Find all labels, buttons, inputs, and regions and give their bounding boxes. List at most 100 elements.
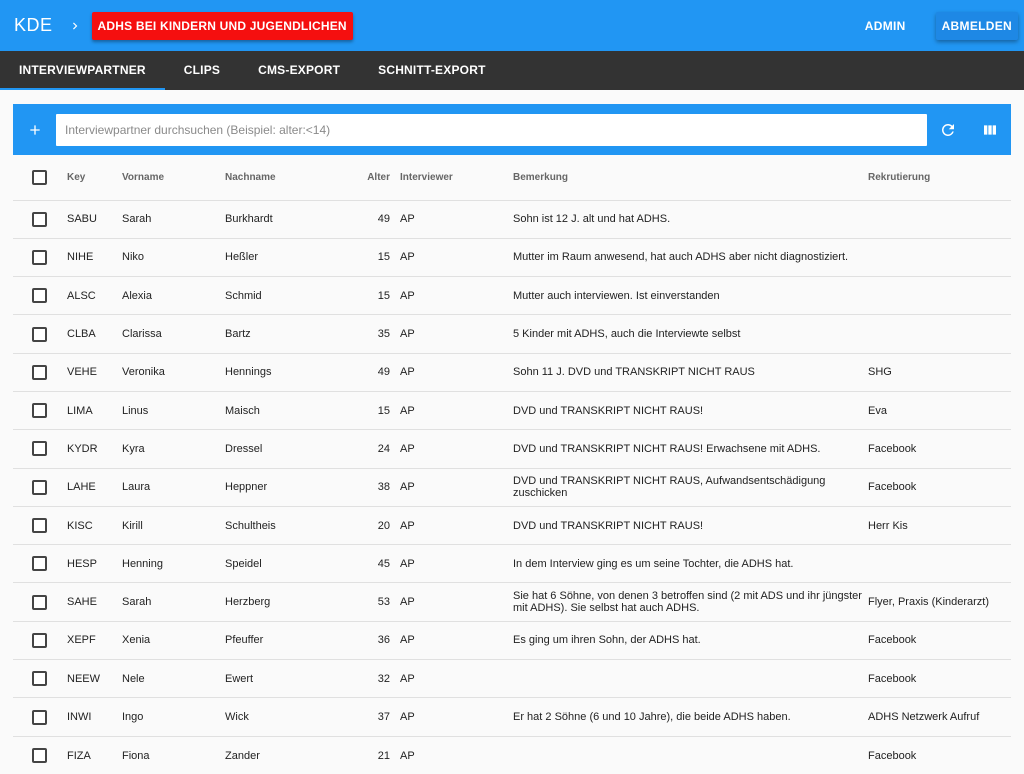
table-row[interactable]: LAHE Laura Heppner 38 AP DVD und TRANSKRIPT N… [13,467,1011,507]
table-row[interactable]: SABU Sarah Burkhardt 49 AP Sohn ist 12 J. alt… [13,199,1011,239]
table-row[interactable]: NEEW Nele Ewert 32 AP Facebook [13,659,1011,698]
cell-interviewer: AP [400,352,513,392]
cell-bemerkung: DVD und TRANSKRIPT NICHT RAUS, Aufwandse… [513,467,868,507]
cell-key: ALSC [67,276,122,315]
tab-cms-export[interactable]: CMS-EXPORT [239,51,359,90]
cell-vorname: Fiona [122,735,225,774]
table-row[interactable]: KISC Kirill Schultheis 20 AP DVD und TRANSKRI… [13,505,1011,545]
row-checkbox[interactable] [32,211,47,227]
cell-bemerkung: DVD und TRANSKRIPT NICHT RAUS! [513,505,868,545]
column-header-alter[interactable]: Alter [335,155,400,200]
cell-alter: 49 [335,352,400,392]
cell-vorname: Clarissa [122,314,225,354]
admin-button[interactable]: ADMIN [865,19,906,33]
cell-alter: 38 [335,467,400,507]
tab-clips[interactable]: CLIPS [165,51,239,90]
cell-bemerkung: 5 Kinder mit ADHS, auch die Interviewte … [513,314,868,354]
cell-interviewer: AP [400,505,513,545]
project-button[interactable]: ADHS BEI KINDERN UND JUGENDLICHEN [91,11,353,40]
row-checkbox[interactable] [32,326,47,342]
cell-interviewer: AP [400,390,513,430]
app-brand[interactable]: KDE [14,15,53,36]
column-header-bemerkung[interactable]: Bemerkung [513,155,868,200]
cell-alter: 45 [335,544,400,583]
row-checkbox[interactable] [32,594,47,610]
table-row[interactable]: LIMA Linus Maisch 15 AP DVD und TRANSKRIPT NI… [13,390,1011,430]
cell-nachname: Schmid [225,276,335,315]
cell-interviewer: AP [400,276,513,315]
cell-rekrutierung: Facebook [868,659,1011,698]
column-header-vorname[interactable]: Vorname [122,155,225,200]
cell-rekrutierung: Facebook [868,467,1011,507]
cell-nachname: Wick [225,697,335,737]
cell-interviewer: AP [400,659,513,698]
row-checkbox[interactable] [32,632,47,648]
cell-vorname: Nele [122,659,225,698]
main-content: Key Vorname Nachname Alter Interviewer B… [13,104,1011,774]
cell-bemerkung: DVD und TRANSKRIPT NICHT RAUS! [513,390,868,430]
row-checkbox[interactable] [32,364,47,380]
search-input[interactable] [56,113,927,146]
row-checkbox[interactable] [32,479,47,495]
row-checkbox[interactable] [32,671,47,687]
cell-vorname: Xenia [122,620,225,660]
cell-rekrutierung: ADHS Netzwerk Aufruf [868,697,1011,737]
table-row[interactable]: ALSC Alexia Schmid 15 AP Mutter auch intervie… [13,276,1011,315]
table-row[interactable]: INWI Ingo Wick 37 AP Er hat 2 Söhne (6 und 10… [13,697,1011,737]
cell-vorname: Niko [122,237,225,277]
cell-interviewer: AP [400,467,513,507]
row-checkbox[interactable] [32,556,47,572]
cell-bemerkung: Sie hat 6 Söhne, von denen 3 betroffen s… [513,582,868,622]
cell-interviewer: AP [400,620,513,660]
table-row[interactable]: NIHE Niko Heßler 15 AP Mutter im Raum anwesen… [13,237,1011,277]
column-header-rekrutierung[interactable]: Rekrutierung [868,155,1011,200]
cell-key: KISC [67,505,122,545]
cell-nachname: Speidel [225,544,335,583]
cell-bemerkung: DVD und TRANSKRIPT NICHT RAUS! Erwachsen… [513,429,868,469]
add-icon[interactable] [13,104,57,155]
cell-vorname: Sarah [122,199,225,239]
select-all-checkbox[interactable] [32,169,47,185]
table-row[interactable]: SAHE Sarah Herzberg 53 AP Sie hat 6 Söhne, vo… [13,582,1011,622]
tab-schnitt-export[interactable]: SCHNITT-EXPORT [359,51,504,90]
table-row[interactable]: KYDR Kyra Dressel 24 AP DVD und TRANSKRIPT NI… [13,429,1011,469]
table-row[interactable]: VEHE Veronika Hennings 49 AP Sohn 11 J. DVD u… [13,352,1011,392]
cell-alter: 32 [335,659,400,698]
row-checkbox[interactable] [32,709,47,725]
table-row[interactable]: CLBA Clarissa Bartz 35 AP 5 Kinder mit ADHS, … [13,314,1011,354]
cell-alter: 15 [335,237,400,277]
cell-vorname: Ingo [122,697,225,737]
row-checkbox[interactable] [32,748,47,764]
row-checkbox[interactable] [32,288,47,304]
refresh-icon[interactable] [927,104,969,155]
row-checkbox[interactable] [32,403,47,419]
cell-bemerkung: Sohn ist 12 J. alt und hat ADHS. [513,199,868,239]
tab-interviewpartner[interactable]: INTERVIEWPARTNER [0,51,165,90]
cell-interviewer: AP [400,544,513,583]
cell-rekrutierung: Herr Kis [868,505,1011,545]
column-header-nachname[interactable]: Nachname [225,155,335,200]
interviewpartner-table: Key Vorname Nachname Alter Interviewer B… [13,155,1011,774]
row-checkbox[interactable] [32,441,47,457]
column-header-key[interactable]: Key [67,155,122,200]
cell-alter: 37 [335,697,400,737]
cell-vorname: Henning [122,544,225,583]
cell-rekrutierung: Facebook [868,620,1011,660]
cell-vorname: Kirill [122,505,225,545]
table-row[interactable]: HESP Henning Speidel 45 AP In dem Interview g… [13,544,1011,583]
columns-icon[interactable] [969,104,1011,155]
cell-nachname: Zander [225,735,335,774]
row-checkbox[interactable] [32,518,47,534]
column-header-interviewer[interactable]: Interviewer [400,155,513,200]
row-checkbox[interactable] [32,249,47,265]
cell-interviewer: AP [400,429,513,469]
table-row[interactable]: FIZA Fiona Zander 21 AP Facebook [13,735,1011,774]
cell-rekrutierung: Flyer, Praxis (Kinderarzt) [868,582,1011,622]
cell-vorname: Veronika [122,352,225,392]
table-row[interactable]: XEPF Xenia Pfeuffer 36 AP Es ging um ihren So… [13,620,1011,660]
cell-key: HESP [67,544,122,583]
cell-bemerkung: Mutter auch interviewen. Ist einverstand… [513,276,868,315]
cell-bemerkung [513,735,868,774]
cell-key: INWI [67,697,122,737]
logout-button[interactable]: ABMELDEN [935,11,1018,40]
